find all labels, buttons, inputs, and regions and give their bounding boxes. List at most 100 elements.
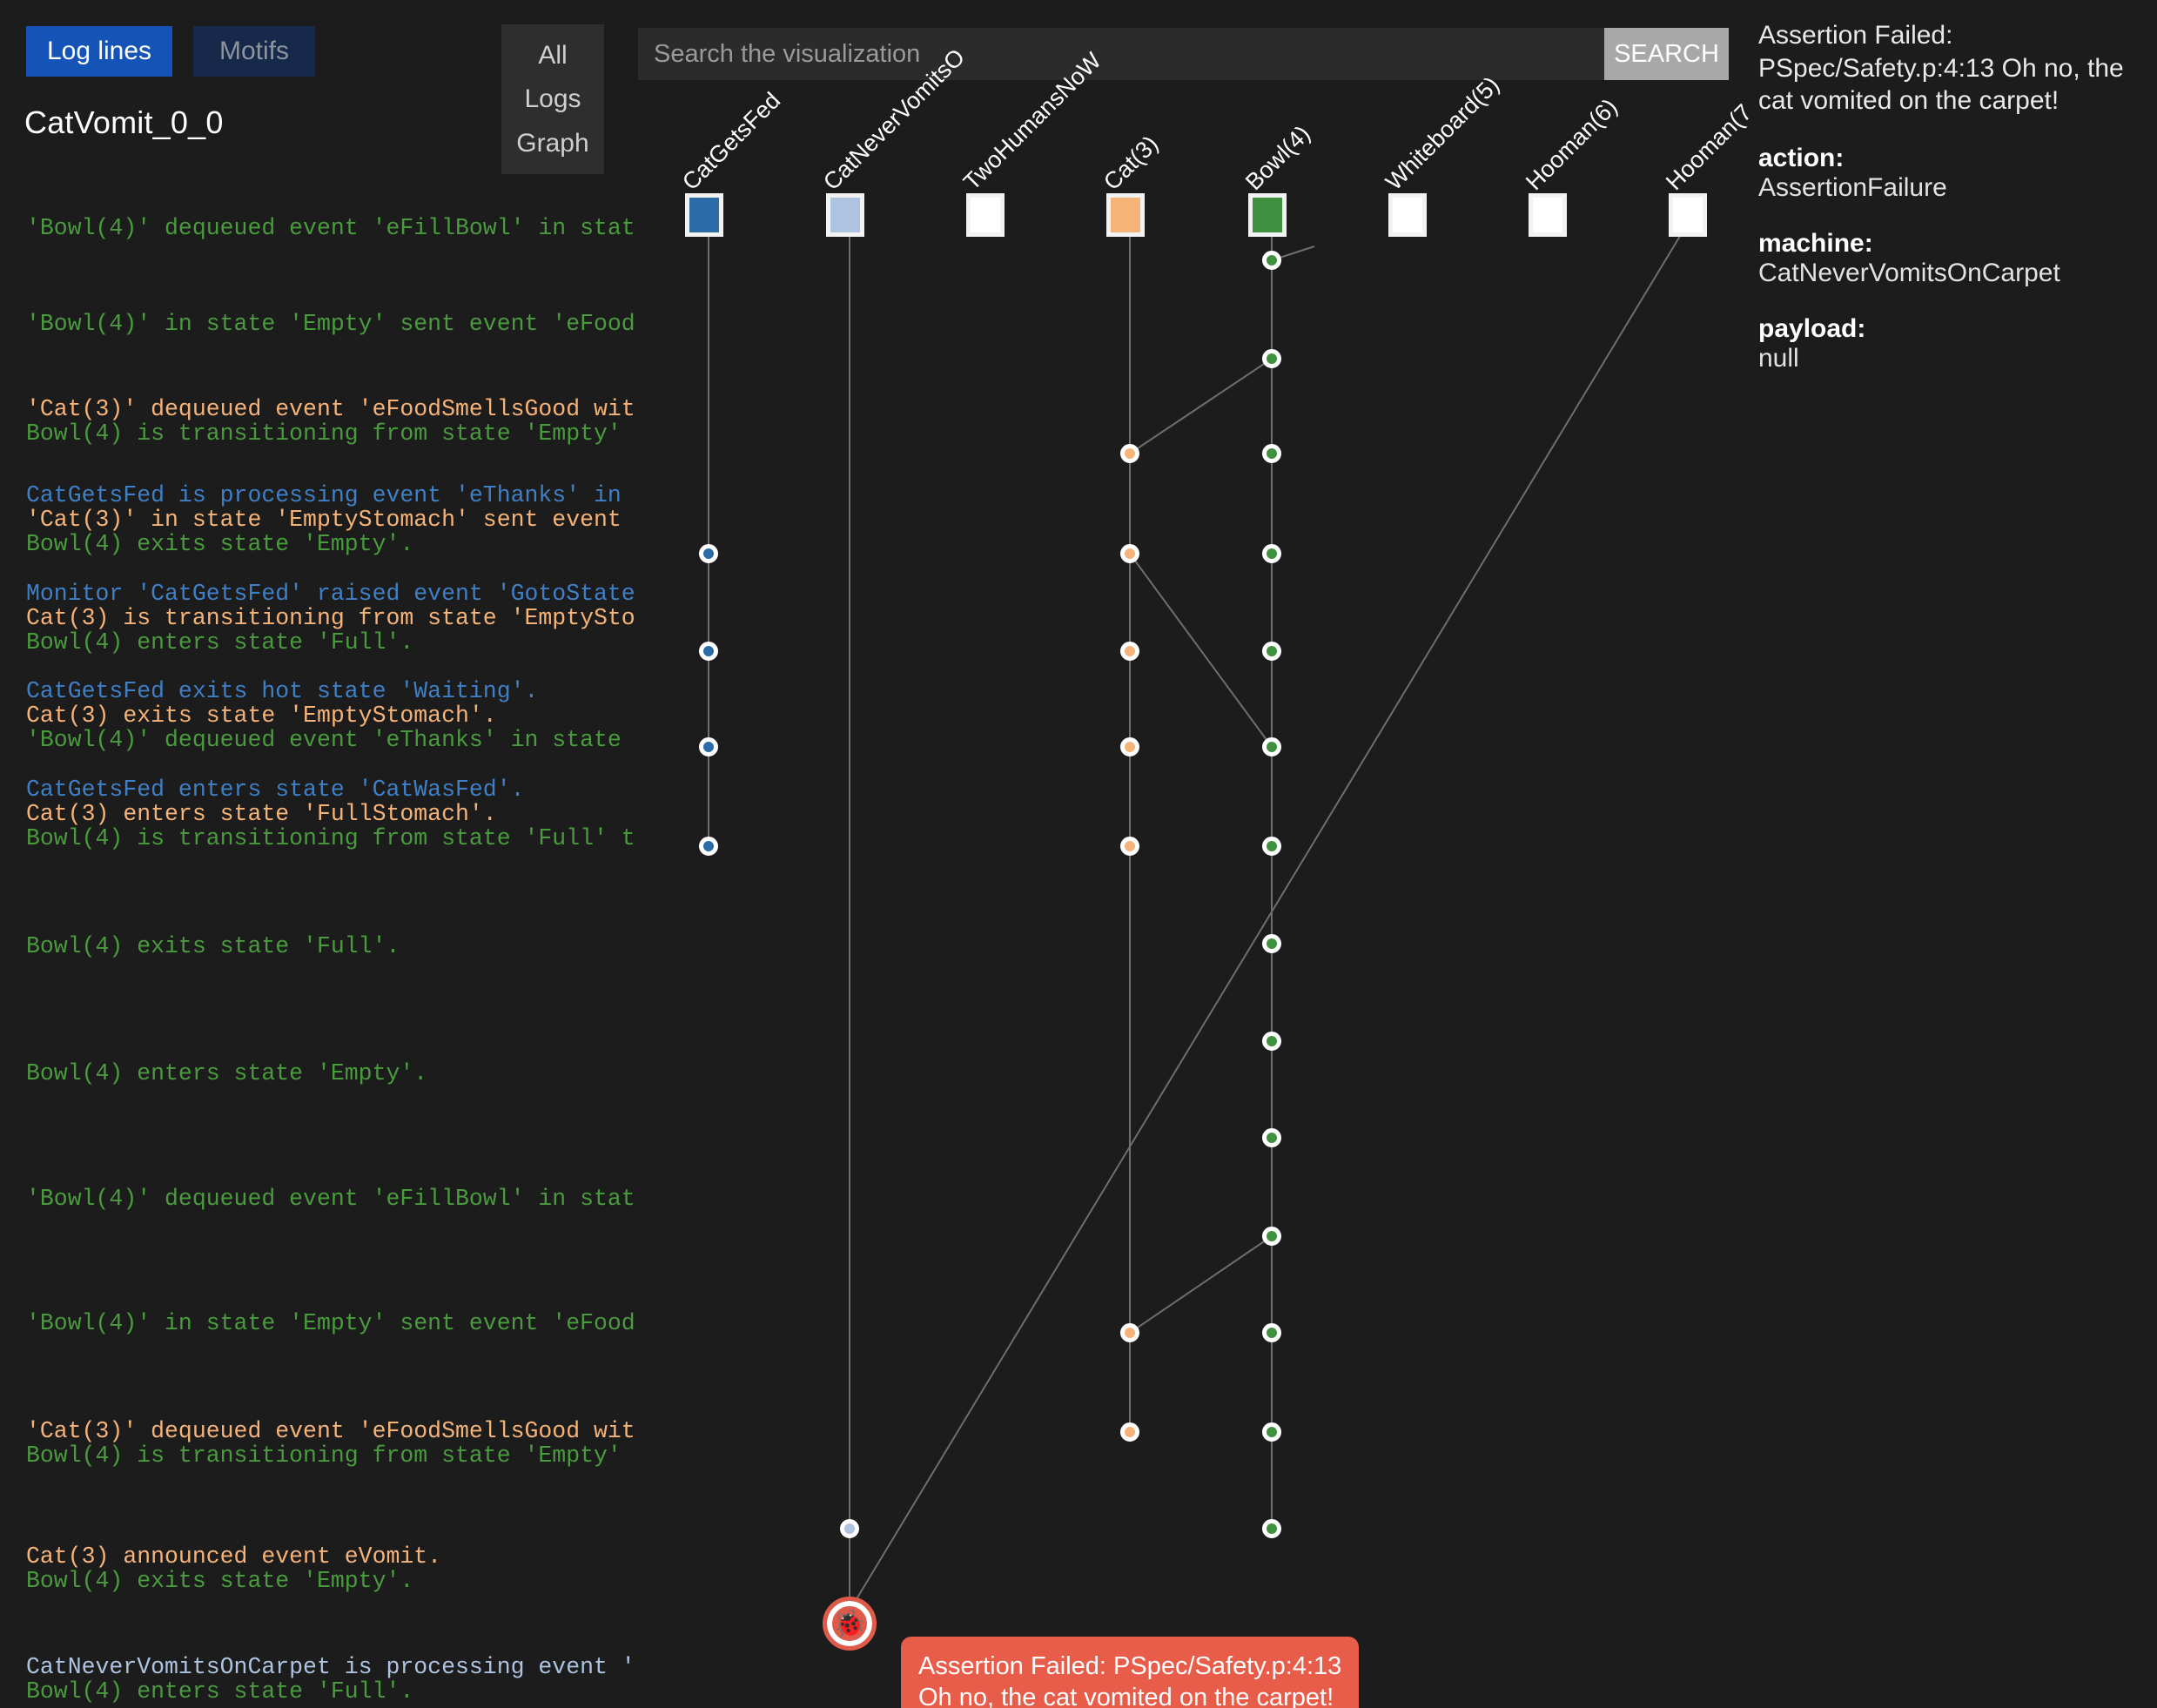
log-line[interactable]: Cat(3) enters state 'FullStomach'. <box>26 802 662 826</box>
lane-header-box[interactable] <box>966 193 1005 237</box>
log-line[interactable]: 'Bowl(4)' dequeued event 'eThanks' in st… <box>26 728 662 752</box>
log-group[interactable]: CatGetsFed enters state 'CatWasFed'.Cat(… <box>26 777 662 851</box>
log-line[interactable]: Bowl(4) exits state 'Empty'. <box>26 532 662 556</box>
lane-label-bowl-4-: Bowl(4) <box>1240 120 1316 196</box>
log-line[interactable]: Bowl(4) exits state 'Full'. <box>26 934 662 958</box>
event-node[interactable] <box>1262 837 1281 856</box>
event-node[interactable] <box>1120 1323 1139 1342</box>
log-group[interactable]: Bowl(4) exits state 'Full'. <box>26 934 662 958</box>
event-node[interactable] <box>1262 737 1281 756</box>
log-line[interactable]: Cat(3) announced event eVomit. <box>26 1544 662 1569</box>
event-node[interactable] <box>1262 444 1281 463</box>
assertion-headline: Assertion Failed: PSpec/Safety.p:4:13 Oh… <box>1758 19 2141 118</box>
view-option-logs[interactable]: Logs <box>524 86 581 112</box>
event-node[interactable] <box>1262 1227 1281 1246</box>
event-node[interactable] <box>699 737 718 756</box>
log-lines-tab[interactable]: Log lines <box>26 26 172 77</box>
log-line[interactable]: CatGetsFed exits hot state 'Waiting'. <box>26 679 662 703</box>
log-group[interactable]: 'Bowl(4)' dequeued event 'eFillBowl' in … <box>26 216 662 240</box>
log-line[interactable]: Bowl(4) is transitioning from state 'Emp… <box>26 421 662 446</box>
log-group[interactable]: CatGetsFed is processing event 'eThanks'… <box>26 483 662 556</box>
graph-edge <box>850 216 1692 1610</box>
event-node[interactable] <box>1120 1422 1139 1442</box>
event-node[interactable] <box>1120 642 1139 661</box>
search-button[interactable]: SEARCH <box>1604 28 1729 80</box>
event-node[interactable] <box>1262 349 1281 368</box>
lane-label-whiteboard-5-: Whiteboard(5) <box>1381 71 1505 196</box>
log-line[interactable]: Bowl(4) is transitioning from state 'Ful… <box>26 826 662 851</box>
log-line[interactable]: CatNeverVomitsOnCarpet is processing eve… <box>26 1655 662 1679</box>
action-value: AssertionFailure <box>1758 173 2141 203</box>
lane-header-box[interactable] <box>826 193 864 237</box>
event-node[interactable] <box>699 837 718 856</box>
event-node[interactable] <box>699 642 718 661</box>
graph-edge <box>1130 554 1272 747</box>
log-group[interactable]: 'Cat(3)' dequeued event 'eFoodSmellsGood… <box>26 1419 662 1468</box>
log-line[interactable]: 'Cat(3)' dequeued event 'eFoodSmellsGood… <box>26 397 662 421</box>
view-option-graph[interactable]: Graph <box>516 131 588 157</box>
view-option-all[interactable]: All <box>538 43 567 69</box>
graph-edge <box>1130 359 1272 454</box>
log-line[interactable]: CatGetsFed is processing event 'eThanks'… <box>26 483 662 508</box>
event-node[interactable] <box>1262 934 1281 953</box>
event-node[interactable] <box>1262 544 1281 563</box>
log-line[interactable]: Bowl(4) enters state 'Full'. <box>26 630 662 655</box>
machine-value: CatNeverVomitsOnCarpet <box>1758 259 2141 288</box>
log-line[interactable]: 'Bowl(4)' in state 'Empty' sent event 'e… <box>26 1311 662 1335</box>
lane-header-box[interactable] <box>1248 193 1287 237</box>
log-line[interactable]: Bowl(4) exits state 'Empty'. <box>26 1569 662 1593</box>
event-details-panel: Assertion Failed: PSpec/Safety.p:4:13 Oh… <box>1758 19 2141 373</box>
search-input[interactable] <box>638 28 1616 80</box>
event-node[interactable] <box>1262 1128 1281 1147</box>
log-group[interactable]: 'Bowl(4)' in state 'Empty' sent event 'e… <box>26 312 662 336</box>
motifs-tab[interactable]: Motifs <box>193 26 315 77</box>
lane-label-cat-3-: Cat(3) <box>1099 131 1164 196</box>
event-node[interactable] <box>1262 642 1281 661</box>
event-node[interactable] <box>1262 1519 1281 1538</box>
log-line[interactable]: Cat(3) exits state 'EmptyStomach'. <box>26 703 662 728</box>
event-node[interactable] <box>1120 544 1139 563</box>
tooltip-line-1: Assertion Failed: PSpec/Safety.p:4:13 <box>918 1651 1341 1682</box>
log-line[interactable]: Monitor 'CatGetsFed' raised event 'GotoS… <box>26 582 662 606</box>
lane-label-hooman-7-: Hooman(7 <box>1661 99 1757 196</box>
log-line[interactable]: Cat(3) is transitioning from state 'Empt… <box>26 606 662 630</box>
event-node[interactable] <box>1120 444 1139 463</box>
lane-header-box[interactable] <box>1388 193 1427 237</box>
event-node[interactable] <box>1262 251 1281 270</box>
event-node[interactable] <box>1262 1032 1281 1051</box>
log-group[interactable]: CatGetsFed exits hot state 'Waiting'.Cat… <box>26 679 662 752</box>
log-group[interactable]: Bowl(4) enters state 'Empty'. <box>26 1061 662 1086</box>
view-mode-switcher[interactable]: All Logs Graph <box>501 24 604 174</box>
log-line[interactable]: 'Cat(3)' in state 'EmptyStomach' sent ev… <box>26 508 662 532</box>
trace-visualizer-app: Log lines Motifs CatVomit_0_0 All Logs G… <box>0 0 2157 1708</box>
log-group[interactable]: Cat(3) announced event eVomit.Bowl(4) ex… <box>26 1544 662 1593</box>
lane-header-box[interactable] <box>685 193 723 237</box>
log-group[interactable]: 'Bowl(4)' in state 'Empty' sent event 'e… <box>26 1311 662 1335</box>
lane-header-box[interactable] <box>1106 193 1145 237</box>
log-line[interactable]: Bowl(4) is transitioning from state 'Emp… <box>26 1443 662 1468</box>
log-group[interactable]: 'Bowl(4)' dequeued event 'eFillBowl' in … <box>26 1187 662 1211</box>
event-node[interactable] <box>699 544 718 563</box>
bug-icon[interactable]: 🐞 <box>827 1601 872 1646</box>
log-line[interactable]: 'Cat(3)' dequeued event 'eFoodSmellsGood… <box>26 1419 662 1443</box>
log-line[interactable]: Bowl(4) enters state 'Full'. <box>26 1679 662 1704</box>
page-title: CatVomit_0_0 <box>24 104 224 141</box>
event-node[interactable] <box>1120 737 1139 756</box>
log-lines-pane[interactable]: 'Bowl(4)' dequeued event 'eFillBowl' in … <box>0 190 662 1708</box>
event-node[interactable] <box>1262 1422 1281 1442</box>
log-line[interactable]: 'Bowl(4)' in state 'Empty' sent event 'e… <box>26 312 662 336</box>
event-node[interactable] <box>840 1519 859 1538</box>
event-node[interactable] <box>1120 837 1139 856</box>
log-line[interactable]: 'Bowl(4)' dequeued event 'eFillBowl' in … <box>26 216 662 240</box>
lane-header-box[interactable] <box>1669 193 1707 237</box>
lane-label-catgetsfed: CatGetsFed <box>677 87 786 196</box>
log-line[interactable]: 'Bowl(4)' dequeued event 'eFillBowl' in … <box>26 1187 662 1211</box>
log-group[interactable]: 'Cat(3)' dequeued event 'eFoodSmellsGood… <box>26 397 662 446</box>
log-group[interactable]: Monitor 'CatGetsFed' raised event 'GotoS… <box>26 582 662 655</box>
log-line[interactable]: Bowl(4) enters state 'Empty'. <box>26 1061 662 1086</box>
log-line[interactable]: CatGetsFed enters state 'CatWasFed'. <box>26 777 662 802</box>
tooltip-line-2: Oh no, the cat vomited on the carpet! <box>918 1682 1341 1708</box>
log-group[interactable]: CatNeverVomitsOnCarpet is processing eve… <box>26 1655 662 1704</box>
event-node[interactable] <box>1262 1323 1281 1342</box>
lane-header-box[interactable] <box>1529 193 1567 237</box>
